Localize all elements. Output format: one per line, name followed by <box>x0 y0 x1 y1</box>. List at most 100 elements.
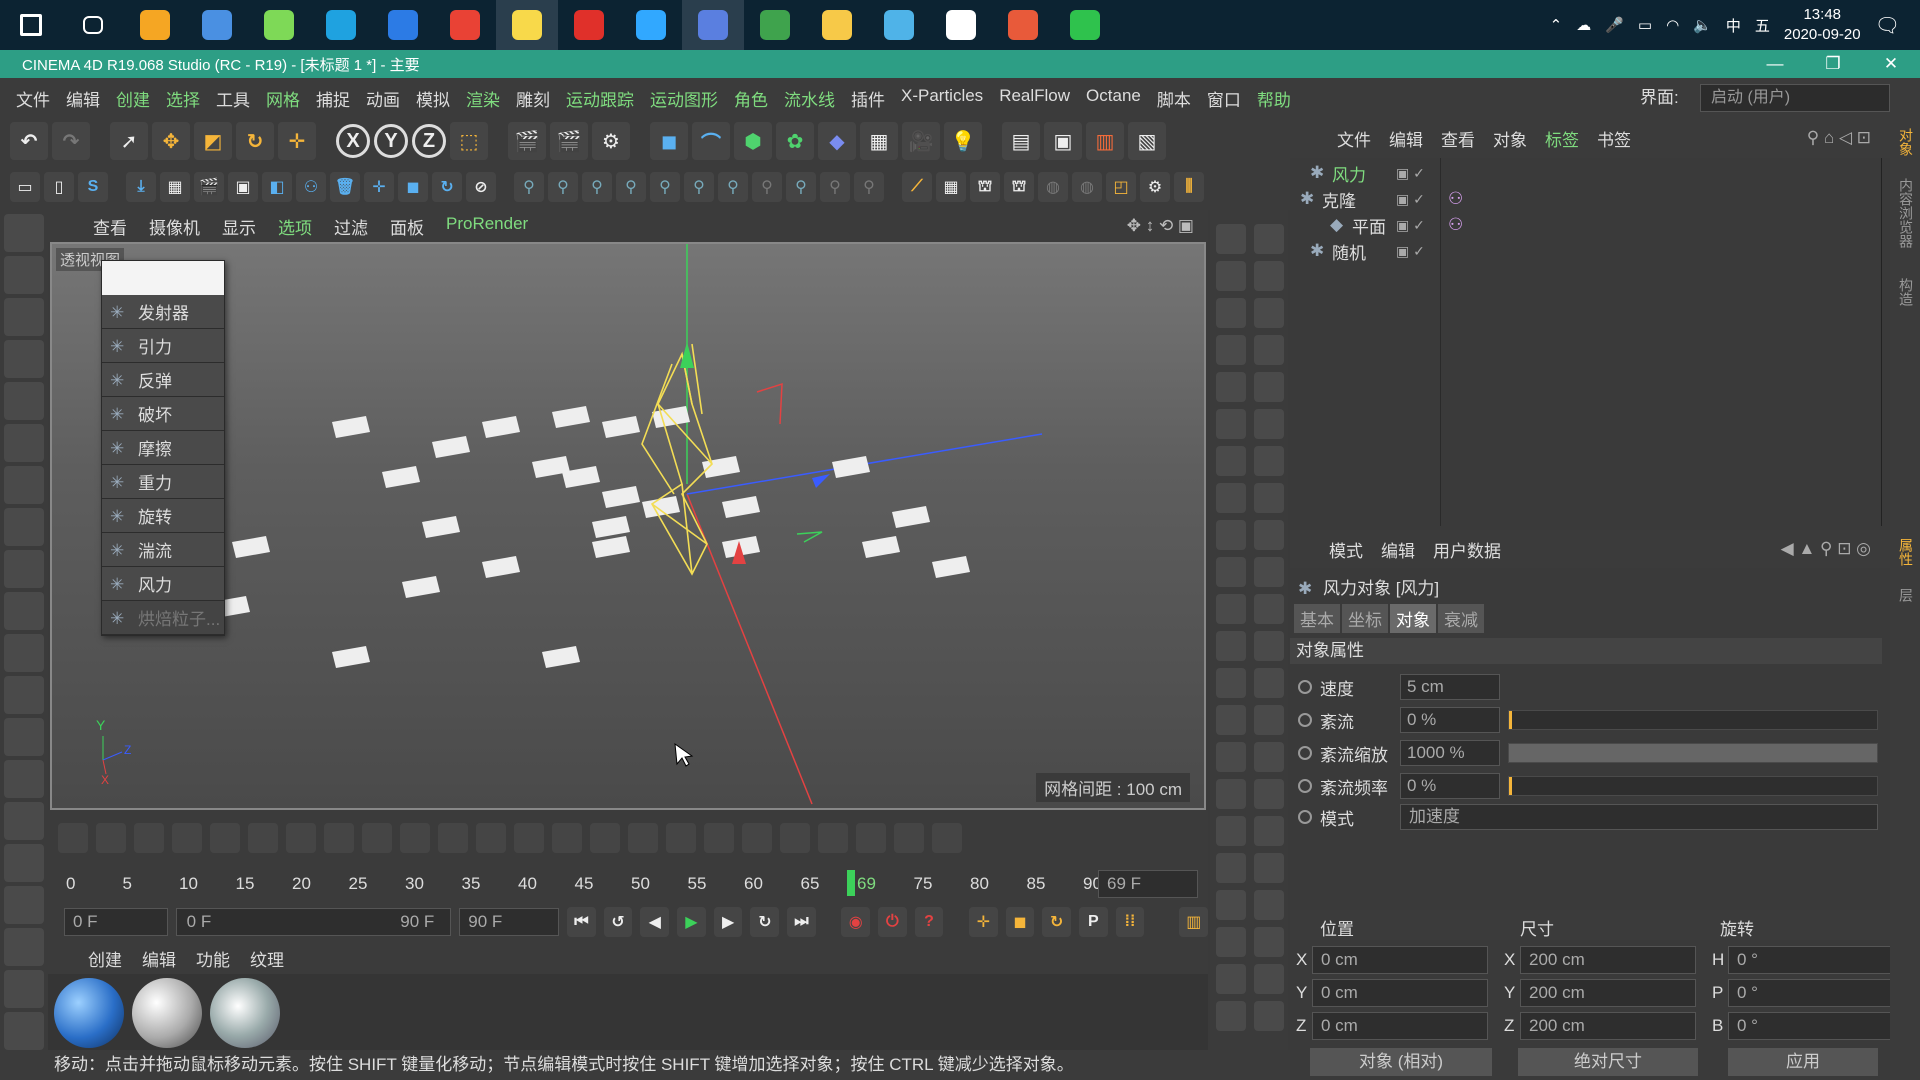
timeline-tool-16-icon[interactable] <box>666 823 696 853</box>
key-scale-icon[interactable]: ◼ <box>1005 907 1035 937</box>
ime-language[interactable]: 中 <box>1726 15 1741 36</box>
document-icon[interactable]: ▯ <box>44 172 74 202</box>
mode-tool-4-1-icon[interactable] <box>1254 372 1284 402</box>
vp-item-4[interactable]: 过滤 <box>323 214 379 239</box>
menu-item-6[interactable]: ✳ 旋转 <box>102 499 224 533</box>
nurbs-icon[interactable]: ⬢ <box>734 122 772 160</box>
mode-tool-18-0-icon[interactable] <box>1216 890 1246 920</box>
left-tool-17-icon[interactable] <box>4 928 44 966</box>
move-tool-icon[interactable]: ✥ <box>152 122 190 160</box>
vp-item-3[interactable]: 选项 <box>267 214 323 239</box>
menu-item-9[interactable]: 渲染 <box>458 86 508 111</box>
mode-tool-3-0-icon[interactable] <box>1216 335 1246 365</box>
clone-plane-19[interactable] <box>402 576 440 598</box>
mode-tool-18-1-icon[interactable] <box>1254 890 1284 920</box>
start-frame-field[interactable]: 0 F <box>64 908 168 936</box>
clock[interactable]: 13:48 2020-09-20 <box>1784 5 1861 45</box>
tag-icon[interactable]: ⚇ <box>1448 215 1463 235</box>
menu-item-18[interactable]: Octane <box>1078 86 1149 111</box>
visibility-toggle[interactable]: ▣ ✓ <box>1396 243 1425 260</box>
key-position-icon[interactable]: ✛ <box>968 907 998 937</box>
s-icon[interactable]: S <box>78 172 108 202</box>
snap-icon[interactable]: ⤓ <box>126 172 156 202</box>
timeline-tool-1-icon[interactable] <box>96 823 126 853</box>
menu-item-7[interactable]: ✳ 湍流 <box>102 533 224 567</box>
clone-plane-15[interactable] <box>892 506 930 528</box>
mode-tool-8-1-icon[interactable] <box>1254 520 1284 550</box>
deformer-icon[interactable]: ◆ <box>818 122 856 160</box>
magnet-icon[interactable]: ⊘ <box>466 172 496 202</box>
menu-item-4[interactable]: ✳ 摩擦 <box>102 431 224 465</box>
clone-plane-4[interactable] <box>602 416 640 438</box>
left-tool-0-icon[interactable] <box>4 214 44 252</box>
object-row[interactable]: ◆ 平面 ▣ ✓ ⚇ <box>1290 212 1882 238</box>
mograph-icon[interactable]: ✿ <box>776 122 814 160</box>
render-view-icon[interactable]: 🎬 <box>508 122 546 160</box>
left-tool-4-icon[interactable] <box>4 382 44 420</box>
mode-tool-16-1-icon[interactable] <box>1254 816 1284 846</box>
ime-mode[interactable]: 五 <box>1755 15 1770 36</box>
menu-item-5[interactable]: 网格 <box>258 86 308 111</box>
mode-tool-4-0-icon[interactable] <box>1216 372 1246 402</box>
key-rotation-icon[interactable]: ↻ <box>1042 907 1071 937</box>
photoshop-icon[interactable] <box>620 0 682 50</box>
property-value[interactable]: 0 % <box>1400 707 1500 733</box>
prev-key-icon[interactable]: ↺ <box>603 907 633 937</box>
coord-field-rot[interactable]: 0 ° <box>1728 979 1904 1007</box>
timeline-tool-17-icon[interactable] <box>704 823 734 853</box>
sculpt-icon-1[interactable]: ⛫ <box>970 172 1000 202</box>
left-tool-3-icon[interactable] <box>4 340 44 378</box>
light-icon[interactable]: 💡 <box>944 122 982 160</box>
dynamics-icon-7[interactable]: ⚲ <box>718 172 748 202</box>
attr-tab[interactable]: 衰减 <box>1438 604 1484 633</box>
mode-tool-2-1-icon[interactable] <box>1254 298 1284 328</box>
app-icon-5[interactable] <box>744 0 806 50</box>
mode-tool-7-1-icon[interactable] <box>1254 483 1284 513</box>
menu-item-20[interactable]: 窗口 <box>1199 86 1249 111</box>
menu-item-3[interactable]: 选择 <box>158 86 208 111</box>
clone-plane-20[interactable] <box>232 536 270 558</box>
coord-field-pos[interactable]: 0 cm <box>1312 979 1488 1007</box>
property-slider[interactable] <box>1508 776 1878 796</box>
clone-plane-9[interactable] <box>642 496 680 518</box>
layout-icon-4[interactable]: ▧ <box>1128 122 1166 160</box>
timeline-tool-6-icon[interactable] <box>286 823 316 853</box>
clone-plane-13[interactable] <box>722 496 760 518</box>
mode-tool-6-1-icon[interactable] <box>1254 446 1284 476</box>
menu-item-5[interactable]: ✳ 重力 <box>102 465 224 499</box>
recent-tool-icon[interactable]: ✛ <box>278 122 316 160</box>
coord-field-size[interactable]: 200 cm <box>1520 979 1696 1007</box>
mode-tool-13-1-icon[interactable] <box>1254 705 1284 735</box>
property-slider[interactable] <box>1508 743 1878 763</box>
menu-item-8[interactable]: 模拟 <box>408 86 458 111</box>
start-icon[interactable] <box>0 0 62 50</box>
coord-field-rot[interactable]: 0 ° <box>1728 1012 1904 1040</box>
attr-tab[interactable]: 对象 <box>1390 604 1436 633</box>
timeline-tool-19-icon[interactable] <box>780 823 810 853</box>
material-menu-texture[interactable]: 纹理 <box>240 946 294 971</box>
play-icon[interactable]: ▶ <box>677 907 706 937</box>
timeline-ruler[interactable]: 0 5 10 15 20 25 30 35 40 45 50 55 60 65 69 75 80 85 90 69 … <box>48 866 1208 902</box>
dynamics-icon-1[interactable]: ⚲ <box>514 172 544 202</box>
timeline-tool-3-icon[interactable] <box>172 823 202 853</box>
timeline-tool-13-icon[interactable] <box>552 823 582 853</box>
move-axis-icon[interactable]: ✛ <box>364 172 394 202</box>
clone-plane-11[interactable] <box>482 556 520 578</box>
menu-item-4[interactable]: 工具 <box>208 86 258 111</box>
object-row[interactable]: ✱ 风力 ▣ ✓ <box>1290 160 1882 186</box>
clone-plane-26[interactable] <box>652 406 690 428</box>
left-tool-5-icon[interactable] <box>4 424 44 462</box>
grid-icon[interactable]: ▦ <box>160 172 190 202</box>
timeline-tool-10-icon[interactable] <box>438 823 468 853</box>
mode-tool-14-0-icon[interactable] <box>1216 742 1246 772</box>
size-mode-select[interactable]: 绝对尺寸 <box>1518 1048 1698 1076</box>
battery-icon[interactable]: ▭ <box>1638 16 1652 34</box>
clone-plane-2[interactable] <box>482 416 520 438</box>
bars-icon[interactable]: ⫼ <box>1174 172 1204 202</box>
mode-tool-9-0-icon[interactable] <box>1216 557 1246 587</box>
app-icon-8[interactable] <box>992 0 1054 50</box>
menu-item-16[interactable]: X-Particles <box>893 86 991 111</box>
timeline-tool-23-icon[interactable] <box>932 823 962 853</box>
side-tab-attributes[interactable]: 属性 <box>1894 538 1916 566</box>
menu-item-2[interactable]: ✳ 反弹 <box>102 363 224 397</box>
